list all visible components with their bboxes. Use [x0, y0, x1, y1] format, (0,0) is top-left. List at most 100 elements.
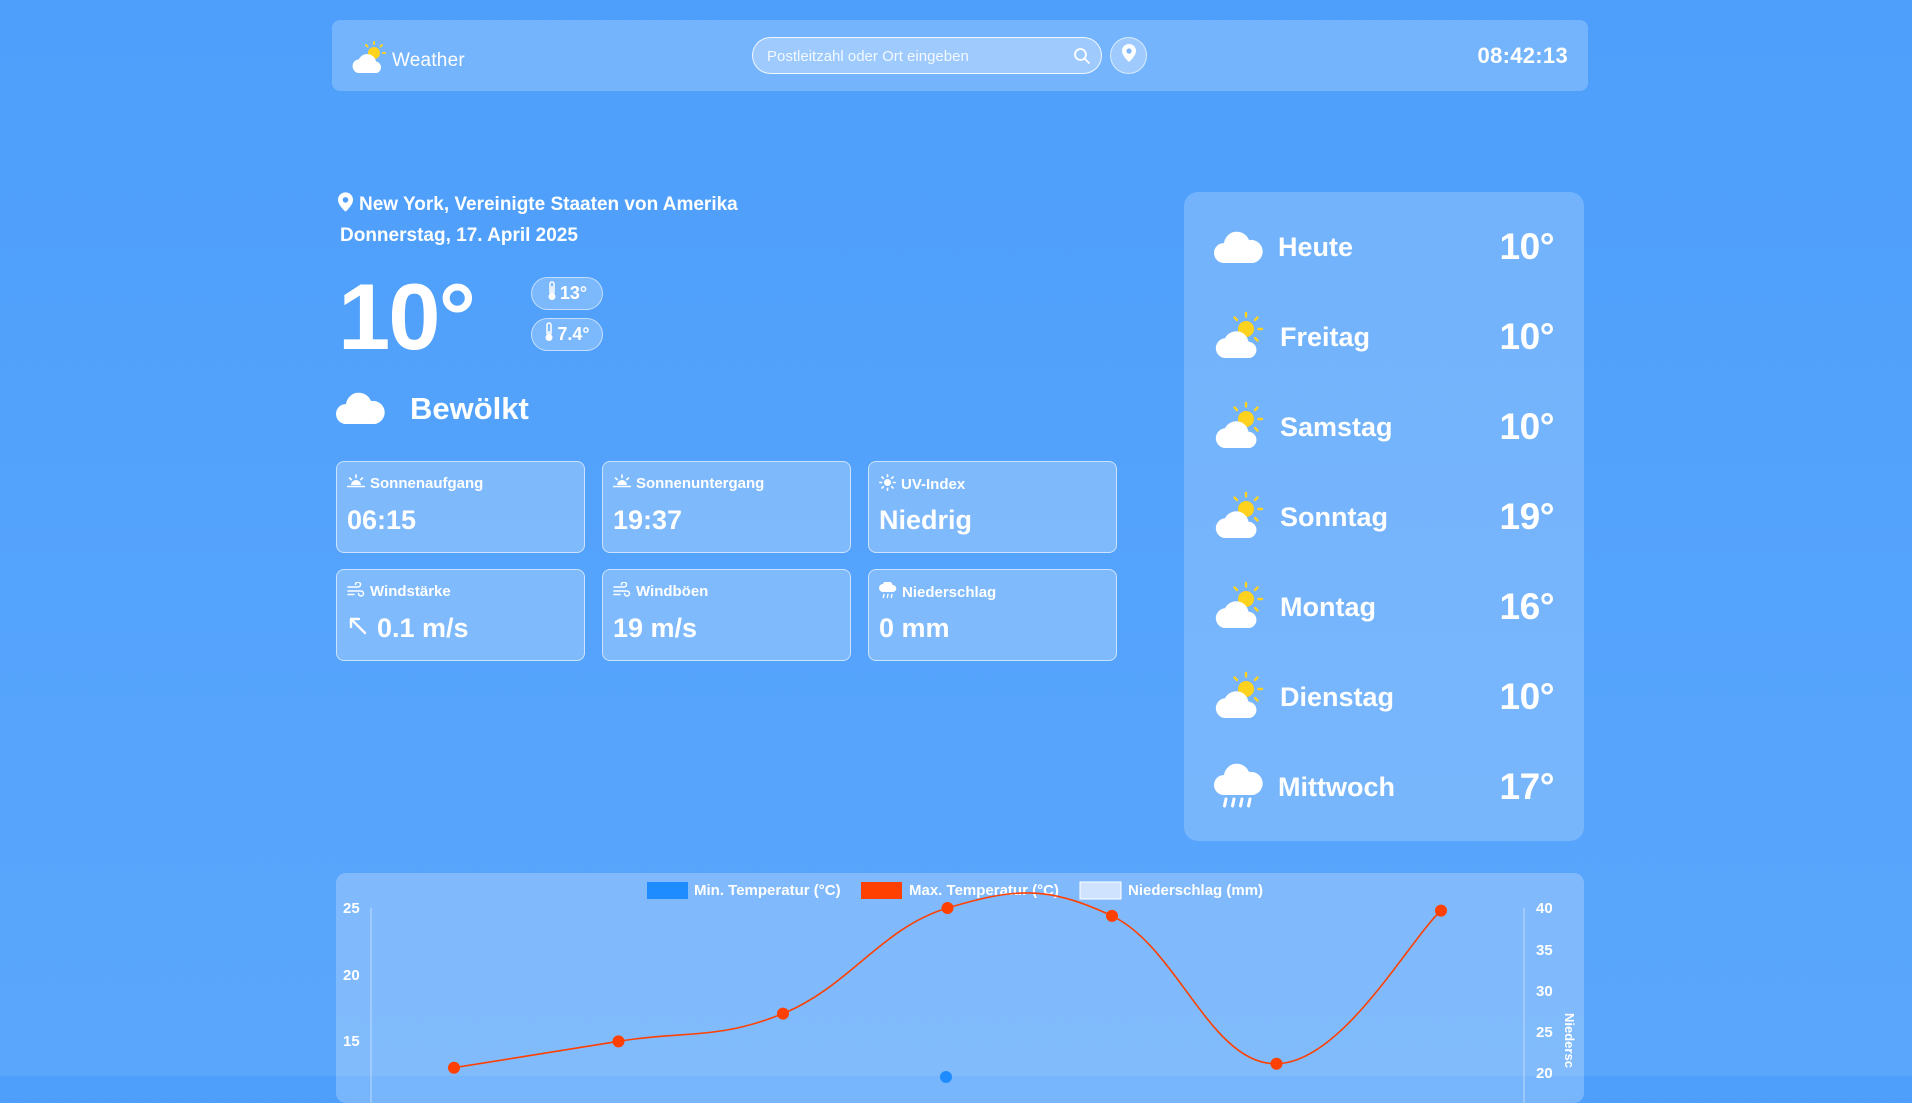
temperature-chart: Min. Temperatur (°C) Max. Temperatur (°C… [336, 873, 1584, 1103]
legend-swatch-precipitation [1079, 881, 1122, 900]
sunset-icon [612, 474, 632, 492]
wind-speed-card: Windstärke 0.1 m/s [336, 569, 585, 661]
chart-canvas: Min. Temperatur (°C) Max. Temperatur (°C… [343, 881, 1577, 1103]
y-tick-left: 25 [343, 900, 360, 917]
brand[interactable]: Weather [350, 40, 465, 81]
min-temperature: 7.4° [557, 324, 590, 344]
max-temp-point[interactable] [1435, 904, 1447, 917]
y-tick-right: 25 [1536, 1024, 1553, 1041]
forecast-day-wednesday[interactable]: Mittwoch 17° [1212, 757, 1555, 817]
forecast-day-temp: 10° [1499, 406, 1555, 447]
forecast-day-label: Heute [1278, 231, 1354, 262]
card-label: Windböen [636, 583, 709, 600]
partly-cloudy-icon [1212, 670, 1266, 725]
partly-cloudy-icon [1212, 400, 1266, 455]
card-value: Niedrig [879, 505, 973, 535]
legend-swatch-max-temp [861, 882, 902, 899]
max-temp-line [453, 892, 1442, 1069]
max-temperature: 13° [559, 283, 588, 303]
forecast-day-temp: 10° [1499, 226, 1555, 267]
forecast-panel: Heute 10° Freitag 10° Samstag 10° Sonnta… [1184, 192, 1584, 841]
forecast-day-temp: 10° [1499, 676, 1555, 717]
legend-swatch-min-temp [647, 882, 688, 899]
location: New York, Vereinigte Staaten von Amerika [338, 192, 738, 218]
forecast-day-monday[interactable]: Montag 16° [1212, 577, 1555, 637]
legend-item-precipitation[interactable]: Niederschlag (mm) [1079, 881, 1263, 900]
y-axis-right-label: Niedersc [1562, 1013, 1577, 1068]
search-input[interactable] [765, 38, 1069, 75]
location-pin-icon [1121, 44, 1136, 67]
forecast-day-saturday[interactable]: Samstag 10° [1212, 397, 1555, 457]
chart-legend: Min. Temperatur (°C) Max. Temperatur (°C… [647, 881, 1263, 900]
y-tick-right: 40 [1536, 900, 1553, 917]
forecast-day-temp: 19° [1499, 496, 1555, 537]
card-value: 19:37 [613, 505, 683, 535]
card-label: Windstärke [370, 583, 451, 600]
y-tick-left: 20 [343, 967, 360, 984]
y-tick-right: 30 [1536, 983, 1553, 1000]
location-pin-icon [338, 192, 353, 218]
partly-cloudy-icon [1212, 490, 1266, 545]
legend-item-max-temp[interactable]: Max. Temperatur (°C) [861, 882, 1059, 899]
partly-cloudy-icon [350, 40, 388, 81]
thermometer-icon [544, 322, 554, 347]
card-label: Niederschlag [902, 584, 997, 601]
max-temperature-badge: 13° [531, 277, 603, 310]
forecast-day-label: Mittwoch [1278, 771, 1395, 802]
sun-icon [879, 474, 897, 495]
max-temp-point[interactable] [1106, 909, 1118, 922]
card-value: 19 m/s [613, 613, 698, 643]
card-label: UV-Index [901, 476, 966, 493]
sunrise-card: Sonnenaufgang 06:15 [336, 461, 585, 553]
card-value: 0.1 m/s [377, 613, 469, 643]
brand-name: Weather [392, 49, 465, 71]
wind-icon [613, 581, 631, 601]
forecast-day-temp: 17° [1499, 766, 1555, 807]
legend-label-precipitation: Niederschlag (mm) [1128, 882, 1263, 899]
max-temp-point[interactable] [941, 902, 954, 914]
cloud-icon [334, 386, 386, 431]
condition-text: Bewölkt [410, 390, 529, 426]
max-temp-point[interactable] [777, 1007, 789, 1020]
wind-gusts-card: Windböen 19 m/s [602, 569, 851, 661]
current-temperature: 10° [338, 264, 476, 369]
current-date: Donnerstag, 17. April 2025 [340, 225, 578, 246]
wind-icon [347, 581, 365, 601]
sunset-card: Sonnenuntergang 19:37 [602, 461, 851, 553]
forecast-day-label: Montag [1280, 591, 1376, 622]
forecast-day-label: Dienstag [1280, 681, 1395, 712]
card-label: Sonnenaufgang [370, 474, 484, 492]
precipitation-card: Niederschlag 0 mm [868, 569, 1117, 661]
partly-cloudy-icon [1212, 580, 1266, 635]
forecast-day-friday[interactable]: Freitag 10° [1212, 307, 1555, 367]
legend-label-min-temp: Min. Temperatur (°C) [694, 882, 841, 899]
min-temp-point[interactable] [940, 1071, 952, 1083]
forecast-day-label: Sonntag [1280, 501, 1388, 532]
wind-direction-arrow-icon [347, 613, 369, 644]
card-value: 06:15 [347, 505, 417, 535]
forecast-day-label: Samstag [1280, 411, 1393, 442]
search-bar [752, 37, 1102, 75]
rain-icon [1212, 761, 1264, 814]
card-label: Sonnenuntergang [636, 474, 765, 492]
max-temp-point[interactable] [612, 1035, 625, 1048]
y-tick-right: 35 [1536, 942, 1553, 959]
sunrise-icon [346, 474, 366, 492]
clock: 08:42:13 [1477, 43, 1568, 68]
current-condition: Bewölkt [334, 386, 529, 431]
max-temp-point[interactable] [448, 1061, 460, 1074]
location-name: New York, Vereinigte Staaten von Amerika [359, 194, 738, 215]
forecast-day-today[interactable]: Heute 10° [1212, 217, 1555, 277]
max-temp-point[interactable] [1270, 1057, 1283, 1070]
forecast-day-sunday[interactable]: Sonntag 19° [1212, 487, 1555, 547]
forecast-day-tuesday[interactable]: Dienstag 10° [1212, 667, 1555, 727]
uv-index-card: UV-Index Niedrig [868, 461, 1117, 553]
max-temp-series [448, 892, 1447, 1074]
search-icon[interactable] [1073, 47, 1091, 70]
current-location-button[interactable] [1110, 37, 1147, 74]
cloud-icon [1212, 225, 1264, 270]
y-tick-left: 15 [343, 1033, 360, 1050]
legend-label-max-temp: Max. Temperatur (°C) [909, 882, 1059, 899]
rain-icon [879, 580, 897, 603]
legend-item-min-temp[interactable]: Min. Temperatur (°C) [647, 882, 841, 899]
